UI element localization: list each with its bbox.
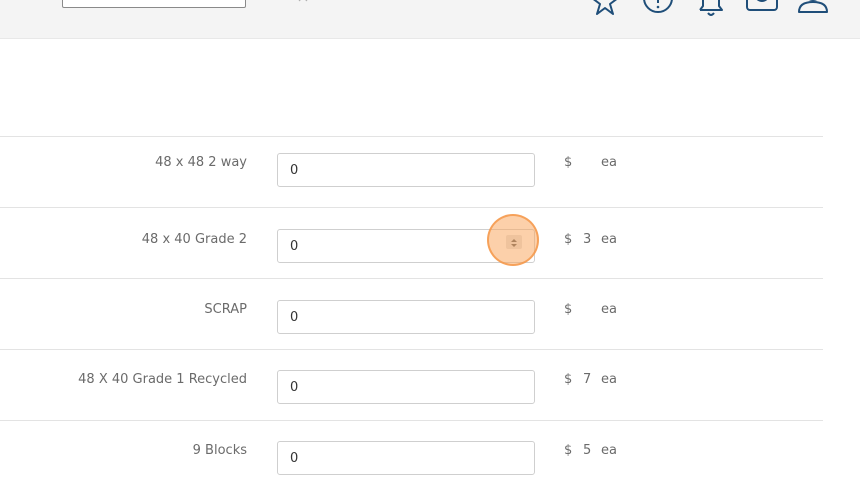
- price-text: $ ea: [564, 302, 617, 317]
- item-label: 48 x 48 2 way: [155, 155, 247, 170]
- bookmark-star-icon[interactable]: [588, 0, 622, 18]
- item-label: 9 Blocks: [192, 443, 247, 458]
- price-text: $ ea: [564, 155, 617, 170]
- item-label: 48 x 40 Grade 2: [141, 232, 247, 247]
- bell-icon[interactable]: [694, 0, 728, 18]
- table-row: SCRAP $ea: [0, 278, 823, 349]
- quantity-input[interactable]: [277, 441, 535, 475]
- item-label: 48 X 40 Grade 1 Recycled: [78, 372, 247, 387]
- inbox-icon[interactable]: [745, 0, 779, 18]
- table-row: 48 X 40 Grade 1 Recycled $7ea: [0, 349, 823, 420]
- spinner-arrows-icon: [511, 239, 517, 247]
- table-row: 9 Blocks $5ea: [0, 420, 823, 491]
- info-circle-icon[interactable]: [641, 0, 675, 18]
- quantity-input[interactable]: [277, 300, 535, 334]
- price-text: $5 ea: [564, 443, 617, 458]
- price-text: $7 ea: [564, 372, 617, 387]
- top-bar: [0, 0, 860, 39]
- quantity-input[interactable]: [277, 370, 535, 404]
- price-text: $3 ea: [564, 232, 617, 247]
- item-label: SCRAP: [204, 302, 247, 317]
- user-icon[interactable]: [796, 0, 830, 18]
- table-row: 48 x 48 2 way $ea: [0, 136, 823, 207]
- quantity-input[interactable]: [277, 153, 535, 187]
- number-spinner[interactable]: [506, 235, 522, 249]
- chevron-icon[interactable]: [298, 0, 308, 2]
- search-input[interactable]: [62, 0, 246, 8]
- table-row: 48 x 40 Grade 2 $3ea: [0, 207, 823, 278]
- pricing-table: 48 x 48 2 way $ea 48 x 40 Grade 2 $3ea S…: [0, 136, 823, 491]
- quantity-input[interactable]: [277, 229, 535, 263]
